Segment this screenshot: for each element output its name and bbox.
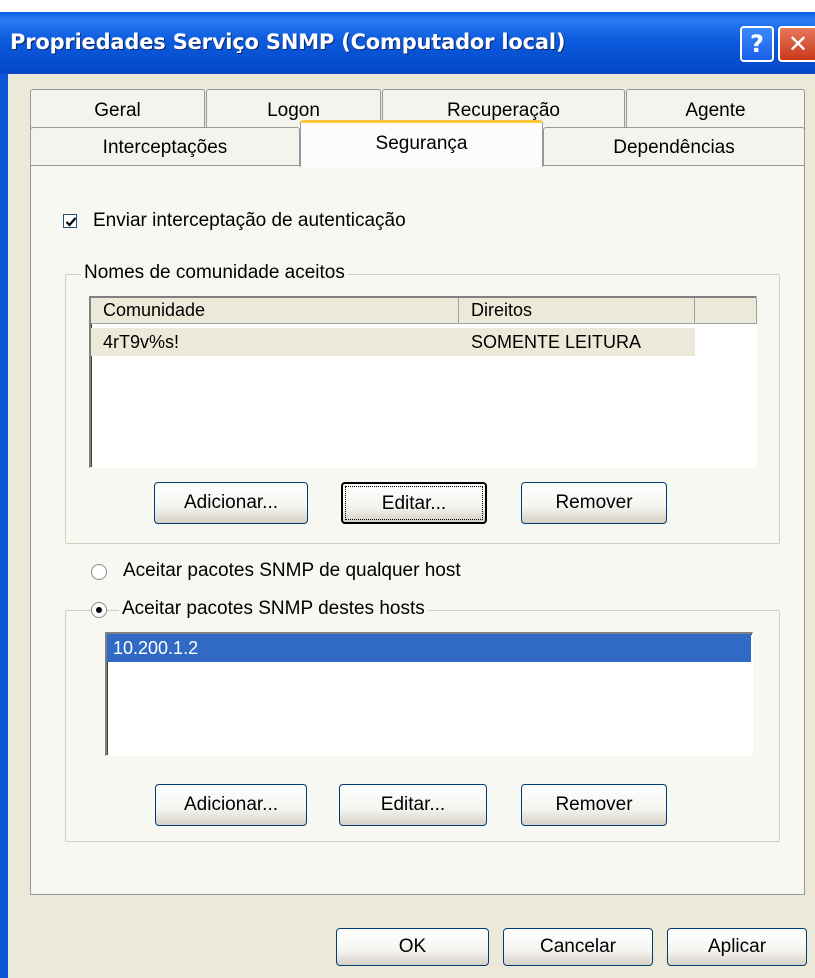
column-header-rights[interactable]: Direitos (459, 298, 695, 324)
edit-host-button[interactable]: Editar... (339, 784, 487, 826)
send-auth-trap-label[interactable]: Enviar interceptação de autenticação (93, 210, 406, 232)
checkmark-icon (65, 217, 77, 227)
apply-button[interactable]: Aplicar (667, 928, 807, 966)
window-border (0, 74, 8, 978)
radio-selected-dot (96, 607, 102, 613)
accept-any-host-radio[interactable] (91, 564, 107, 580)
list-item[interactable]: 10.200.1.2 (107, 634, 751, 662)
ok-button[interactable]: OK (336, 928, 489, 966)
add-community-button[interactable]: Adicionar... (154, 482, 308, 524)
send-auth-trap-checkbox[interactable] (63, 214, 77, 228)
column-header-community[interactable]: Comunidade (91, 298, 459, 324)
communities-group-label: Nomes de comunidade aceitos (81, 262, 348, 284)
communities-list[interactable]: Comunidade Direitos 4rT9v%s! SOMENTE LEI… (89, 296, 757, 468)
close-button[interactable]: ✕ (778, 26, 815, 62)
cancel-button[interactable]: Cancelar (503, 928, 653, 966)
tab-label: Geral (94, 100, 141, 121)
tab-geral[interactable]: Geral (30, 89, 205, 129)
tab-interceptacoes[interactable]: Interceptações (30, 127, 300, 166)
help-button[interactable]: ? (740, 26, 774, 62)
tab-agente[interactable]: Agente (626, 89, 805, 129)
title-bar[interactable]: Propriedades Serviço SNMP (Computador lo… (0, 12, 815, 74)
tab-label: Agente (685, 100, 746, 121)
tab-dependencias[interactable]: Dependências (543, 127, 805, 166)
tab-label: Recuperação (446, 100, 561, 121)
hosts-list[interactable]: 10.200.1.2 (105, 632, 753, 756)
tab-label: Interceptações (102, 137, 228, 158)
tab-seguranca[interactable]: Segurança (300, 120, 543, 167)
column-header-empty (695, 298, 757, 324)
table-row[interactable]: 4rT9v%s! SOMENTE LEITURA (91, 328, 695, 356)
accept-these-hosts-label[interactable]: Aceitar pacotes SNMP destes hosts (119, 598, 428, 620)
tab-label: Dependências (613, 137, 735, 158)
tab-label: Segurança (375, 133, 468, 154)
rights-cell: SOMENTE LEITURA (471, 332, 642, 352)
tab-panel-seguranca: Enviar interceptação de autenticação Nom… (30, 165, 805, 895)
tab-label: Logon (267, 100, 320, 121)
accept-any-host-label[interactable]: Aceitar pacotes SNMP de qualquer host (123, 560, 461, 582)
help-icon: ? (750, 30, 764, 58)
remove-host-button[interactable]: Remover (521, 784, 667, 826)
remove-community-button[interactable]: Remover (521, 482, 667, 524)
dialog-window: Propriedades Serviço SNMP (Computador lo… (0, 12, 815, 978)
add-host-button[interactable]: Adicionar... (155, 784, 307, 826)
window-title: Propriedades Serviço SNMP (Computador lo… (10, 30, 566, 54)
community-cell: 4rT9v%s! (103, 332, 180, 352)
accept-these-hosts-radio[interactable] (91, 602, 107, 618)
close-icon: ✕ (787, 30, 809, 58)
edit-community-button[interactable]: Editar... (341, 482, 487, 524)
